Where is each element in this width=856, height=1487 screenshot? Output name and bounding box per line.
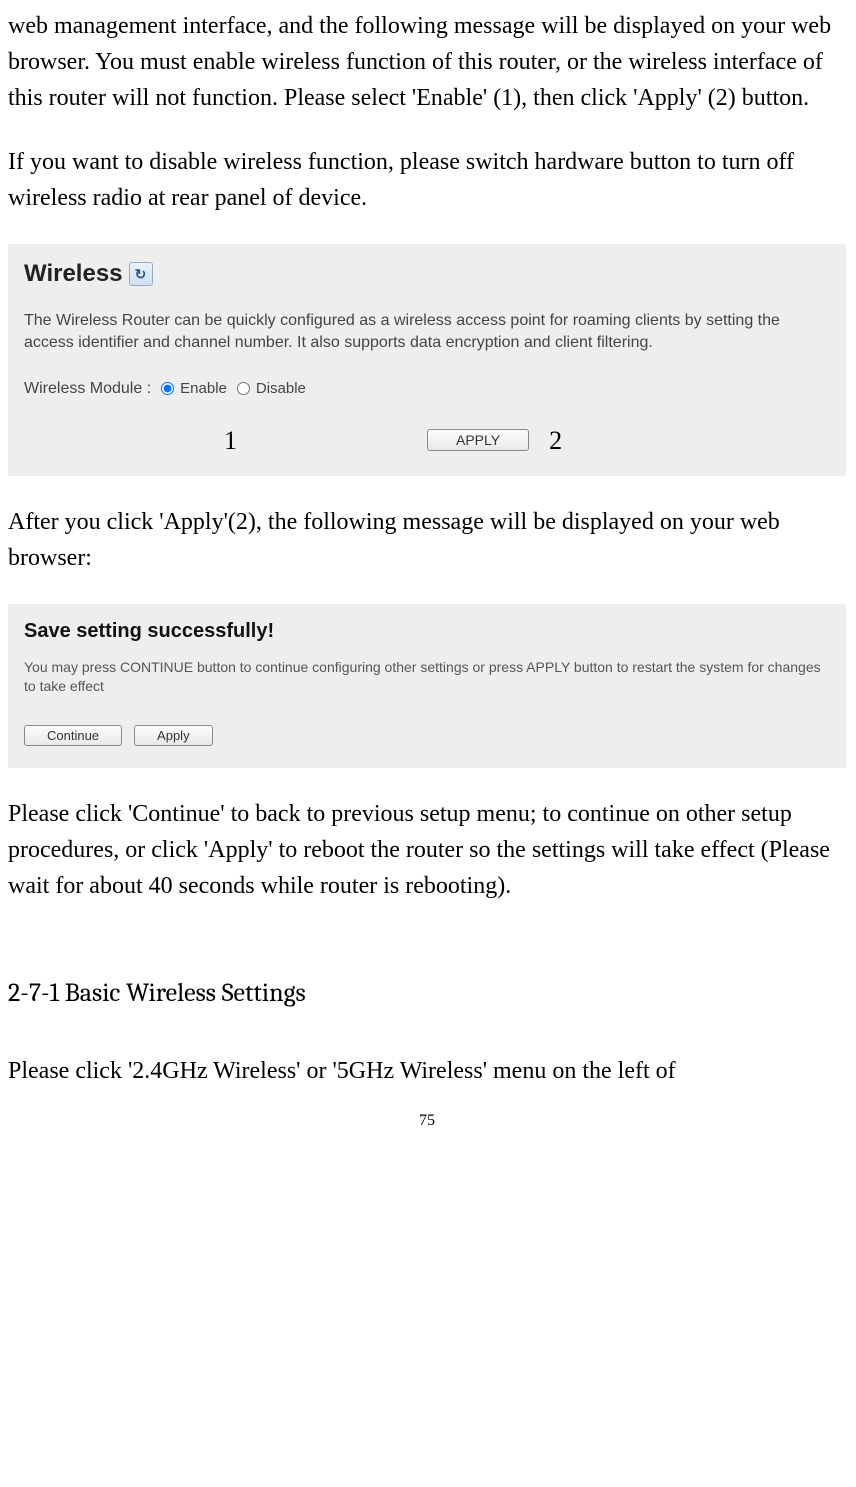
after-apply-paragraph: After you click 'Apply'(2), the followin… <box>8 504 846 576</box>
continue-paragraph: Please click 'Continue' to back to previ… <box>8 796 846 904</box>
save-success-title: Save setting successfully! <box>24 616 830 646</box>
page-number: 75 <box>8 1109 846 1133</box>
enable-label: Enable <box>180 378 227 401</box>
disable-label: Disable <box>256 378 306 401</box>
wireless-panel: Wireless ↻ The Wireless Router can be qu… <box>8 244 846 476</box>
save-success-description: You may press CONTINUE button to continu… <box>24 658 830 697</box>
apply-button-2[interactable]: Apply <box>134 725 213 746</box>
intro-paragraph-1: web management interface, and the follow… <box>8 8 846 116</box>
refresh-icon[interactable]: ↻ <box>129 262 153 286</box>
wireless-title: Wireless <box>24 256 123 292</box>
continue-button[interactable]: Continue <box>24 725 122 746</box>
section-heading: 2-7-1 Basic Wireless Settings <box>8 974 846 1013</box>
callout-1: 1 <box>224 421 237 460</box>
callout-2: 2 <box>549 421 562 460</box>
intro-paragraph-2: If you want to disable wireless function… <box>8 144 846 216</box>
save-success-panel: Save setting successfully! You may press… <box>8 604 846 768</box>
enable-radio[interactable] <box>161 382 174 395</box>
apply-button[interactable]: APPLY <box>427 429 529 451</box>
wireless-description: The Wireless Router can be quickly confi… <box>24 310 830 355</box>
last-paragraph: Please click '2.4GHz Wireless' or '5GHz … <box>8 1053 846 1089</box>
disable-radio[interactable] <box>237 382 250 395</box>
wireless-module-label: Wireless Module : <box>24 377 151 401</box>
